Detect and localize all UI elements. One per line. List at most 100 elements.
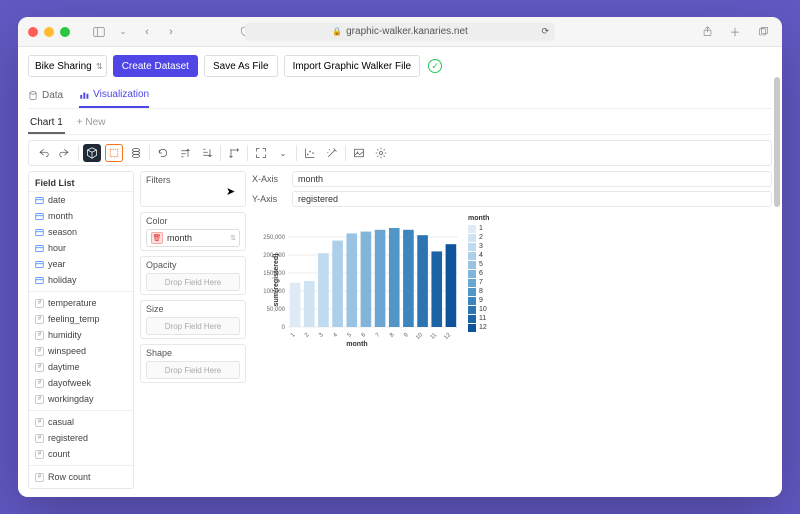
bar-6[interactable]: [361, 232, 372, 327]
legend-item-9[interactable]: 9: [468, 296, 489, 305]
sort-asc-icon[interactable]: [176, 144, 194, 162]
bar-4[interactable]: [332, 241, 343, 327]
shape-dropzone[interactable]: Drop Field Here: [146, 361, 240, 379]
color-shelf[interactable]: Color 🗑 month: [140, 212, 246, 251]
y-axis-shelf[interactable]: Y-Axis registered: [252, 191, 772, 207]
chevron-down-icon[interactable]: ⌄: [114, 23, 132, 41]
sort-desc-icon[interactable]: [198, 144, 216, 162]
stack-icon[interactable]: [127, 144, 145, 162]
legend-item-10[interactable]: 10: [468, 305, 489, 314]
cube-icon[interactable]: [83, 144, 101, 162]
dataset-select[interactable]: Bike Sharing: [28, 55, 107, 77]
legend-item-12[interactable]: 12: [468, 323, 489, 332]
chart-tab-1[interactable]: Chart 1: [28, 113, 65, 134]
field-year[interactable]: year: [29, 256, 133, 272]
svg-text:8: 8: [389, 332, 396, 339]
field-feeling_temp[interactable]: #feeling_temp: [29, 311, 133, 327]
bar-1[interactable]: [290, 283, 301, 327]
field-holiday[interactable]: holiday: [29, 272, 133, 288]
remove-field-icon[interactable]: 🗑: [151, 232, 163, 244]
field-registered[interactable]: #registered: [29, 430, 133, 446]
tab-data[interactable]: Data: [28, 85, 63, 108]
tabs-icon[interactable]: [754, 23, 772, 41]
x-axis-field[interactable]: month: [292, 171, 772, 187]
reload-icon[interactable]: ⟳: [541, 26, 549, 37]
legend-swatch: [468, 234, 476, 242]
bar-10[interactable]: [417, 235, 428, 327]
bar-11[interactable]: [431, 251, 442, 327]
field-season[interactable]: season: [29, 224, 133, 240]
svg-text:2: 2: [304, 332, 311, 339]
color-field-pill[interactable]: 🗑 month: [146, 229, 240, 247]
tab-visualization[interactable]: Visualization: [79, 85, 149, 108]
back-icon[interactable]: ‹: [138, 23, 156, 41]
field-daytime[interactable]: #daytime: [29, 359, 133, 375]
filters-shelf[interactable]: Filters: [140, 171, 246, 207]
y-axis-label: Y-Axis: [252, 194, 286, 204]
svg-text:6: 6: [361, 332, 368, 339]
close-window-icon[interactable]: [28, 27, 38, 37]
bar-5[interactable]: [346, 233, 357, 327]
bar-2[interactable]: [304, 281, 315, 327]
redo-icon[interactable]: [56, 144, 74, 162]
save-as-file-button[interactable]: Save As File: [204, 55, 278, 77]
import-file-button[interactable]: Import Graphic Walker File: [284, 55, 421, 77]
legend-item-1[interactable]: 1: [468, 224, 489, 233]
sidebar-toggle-icon[interactable]: [90, 23, 108, 41]
bar-9[interactable]: [403, 230, 414, 327]
field-count[interactable]: #count: [29, 446, 133, 462]
wand-icon[interactable]: [323, 144, 341, 162]
field-humidity[interactable]: #humidity: [29, 327, 133, 343]
bar-7[interactable]: [375, 230, 386, 327]
legend-item-2[interactable]: 2: [468, 233, 489, 242]
bar-12[interactable]: [446, 244, 457, 327]
field-winspeed[interactable]: #winspeed: [29, 343, 133, 359]
x-axis-shelf[interactable]: X-Axis month: [252, 171, 772, 187]
refresh-icon[interactable]: [154, 144, 172, 162]
size-dropzone[interactable]: Drop Field Here: [146, 317, 240, 335]
forward-icon[interactable]: ›: [162, 23, 180, 41]
dimension-icon: [35, 276, 44, 285]
create-dataset-button[interactable]: Create Dataset: [113, 55, 198, 77]
axis-config-icon[interactable]: [301, 144, 319, 162]
maximize-window-icon[interactable]: [60, 27, 70, 37]
minimize-window-icon[interactable]: [44, 27, 54, 37]
transpose-icon[interactable]: [225, 144, 243, 162]
field-hour[interactable]: hour: [29, 240, 133, 256]
export-icon[interactable]: [350, 144, 368, 162]
bar-3[interactable]: [318, 253, 329, 327]
fullscreen-icon[interactable]: [252, 144, 270, 162]
field-casual[interactable]: #casual: [29, 414, 133, 430]
field-temperature[interactable]: #temperature: [29, 295, 133, 311]
size-shelf[interactable]: Size Drop Field Here: [140, 300, 246, 339]
viz-toolbar: ⌄: [28, 140, 772, 166]
add-chart-tab[interactable]: + New: [75, 113, 108, 134]
settings-icon[interactable]: [372, 144, 390, 162]
legend-item-6[interactable]: 6: [468, 269, 489, 278]
legend-item-3[interactable]: 3: [468, 242, 489, 251]
field-month[interactable]: month: [29, 208, 133, 224]
share-icon[interactable]: [698, 23, 716, 41]
new-tab-icon[interactable]: ＋: [726, 23, 744, 41]
undo-icon[interactable]: [34, 144, 52, 162]
dropdown-icon[interactable]: ⌄: [274, 144, 292, 162]
field-workingday[interactable]: #workingday: [29, 391, 133, 407]
opacity-dropzone[interactable]: Drop Field Here: [146, 273, 240, 291]
dimension-icon: [35, 228, 44, 237]
legend-item-11[interactable]: 11: [468, 314, 489, 323]
field-dayofweek[interactable]: #dayofweek: [29, 375, 133, 391]
field-date[interactable]: date: [29, 192, 133, 208]
legend-item-4[interactable]: 4: [468, 251, 489, 260]
url-bar[interactable]: 🔒 graphic-walker.kanaries.net ⟳: [245, 23, 555, 41]
bar-8[interactable]: [389, 228, 400, 327]
legend-item-5[interactable]: 5: [468, 260, 489, 269]
page-content: Bike Sharing Create Dataset Save As File…: [18, 47, 782, 497]
legend-item-7[interactable]: 7: [468, 278, 489, 287]
opacity-shelf[interactable]: Opacity Drop Field Here: [140, 256, 246, 295]
legend-item-8[interactable]: 8: [468, 287, 489, 296]
legend-title: month: [468, 215, 489, 222]
shape-shelf[interactable]: Shape Drop Field Here: [140, 344, 246, 383]
field-rowcount[interactable]: # Row count: [29, 469, 133, 485]
y-axis-field[interactable]: registered: [292, 191, 772, 207]
select-rect-icon[interactable]: [105, 144, 123, 162]
